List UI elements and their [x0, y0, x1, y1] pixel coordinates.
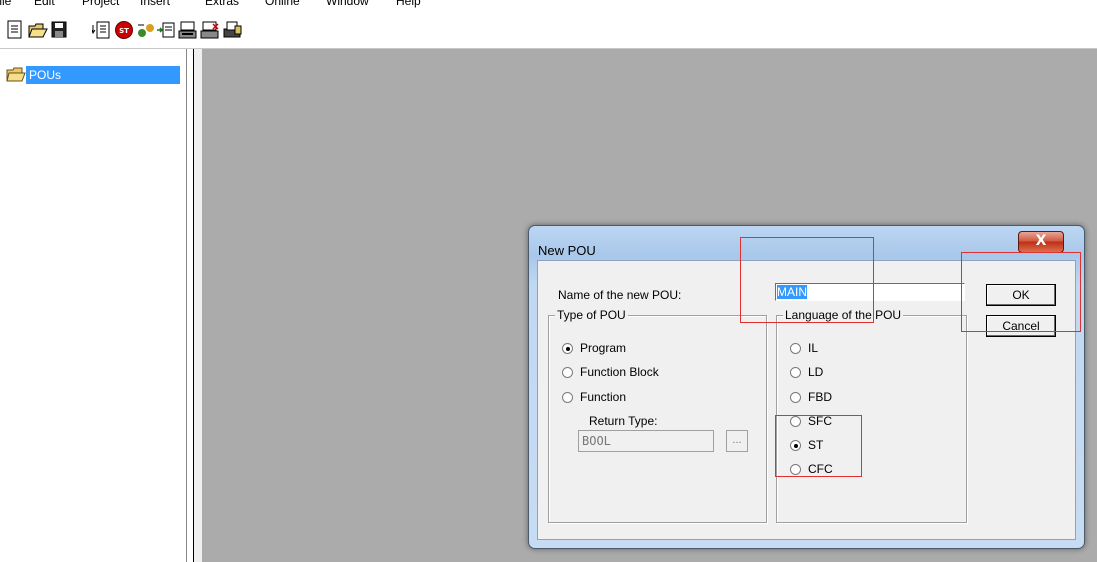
- toolbar: ST: [0, 12, 1097, 49]
- logout-icon[interactable]: [178, 20, 198, 42]
- radio-il[interactable]: [790, 343, 801, 354]
- radio-program[interactable]: [562, 343, 573, 354]
- new-icon[interactable]: [6, 20, 26, 42]
- radio-function[interactable]: [562, 392, 573, 403]
- svg-text:ST: ST: [119, 27, 129, 35]
- type-of-pou-group: Type of POU Program Function Block Funct…: [548, 308, 767, 523]
- login-icon[interactable]: [92, 20, 112, 42]
- highlight-box-name: [740, 237, 874, 323]
- option-function-block-label: Function Block: [580, 365, 659, 379]
- open-icon[interactable]: [28, 20, 48, 42]
- save-icon[interactable]: [50, 20, 70, 42]
- step-icon[interactable]: [156, 20, 176, 42]
- menu-online[interactable]: Online: [265, 0, 300, 8]
- name-label: Name of the new POU:: [558, 288, 682, 302]
- tree-item-label: POUs: [26, 66, 180, 84]
- menu-project[interactable]: Project: [82, 0, 119, 8]
- radio-fbd[interactable]: [790, 392, 801, 403]
- radio-function-block[interactable]: [562, 367, 573, 378]
- type-group-title: Type of POU: [555, 308, 628, 322]
- close-icon: X: [1035, 233, 1047, 249]
- splitter[interactable]: [193, 49, 202, 562]
- print-icon[interactable]: [222, 20, 242, 42]
- menu-bar: File Edit Project Insert Extras Online W…: [0, 0, 1097, 10]
- return-type-browse-button[interactable]: ...: [726, 430, 748, 452]
- return-type-label: Return Type:: [589, 414, 658, 428]
- stop-icon[interactable]: ST: [114, 20, 134, 42]
- option-ld-label: LD: [808, 365, 824, 379]
- dialog-title: New POU: [538, 243, 596, 258]
- run-icon[interactable]: [136, 20, 156, 42]
- close-button[interactable]: X: [1018, 231, 1064, 253]
- highlight-box-ok: [961, 252, 1081, 332]
- tree-item-pous[interactable]: POUs: [6, 66, 180, 84]
- highlight-box-st: [775, 415, 862, 477]
- menu-help[interactable]: Help: [396, 0, 421, 8]
- menu-edit[interactable]: Edit: [34, 0, 55, 8]
- menu-file[interactable]: File: [0, 0, 11, 8]
- option-il-label: IL: [808, 341, 819, 355]
- folder-open-icon: [6, 67, 26, 83]
- option-function-label: Function: [580, 390, 627, 404]
- object-tree-panel: POUs: [0, 49, 187, 562]
- return-type-input[interactable]: BOOL: [578, 430, 714, 452]
- menu-insert[interactable]: Insert: [140, 0, 170, 8]
- logout-remove-icon[interactable]: [200, 20, 220, 42]
- radio-ld[interactable]: [790, 367, 801, 378]
- option-program-label: Program: [580, 341, 627, 355]
- menu-extras[interactable]: Extras: [205, 0, 239, 8]
- option-fbd-label: FBD: [808, 390, 832, 404]
- menu-window[interactable]: Window: [326, 0, 369, 8]
